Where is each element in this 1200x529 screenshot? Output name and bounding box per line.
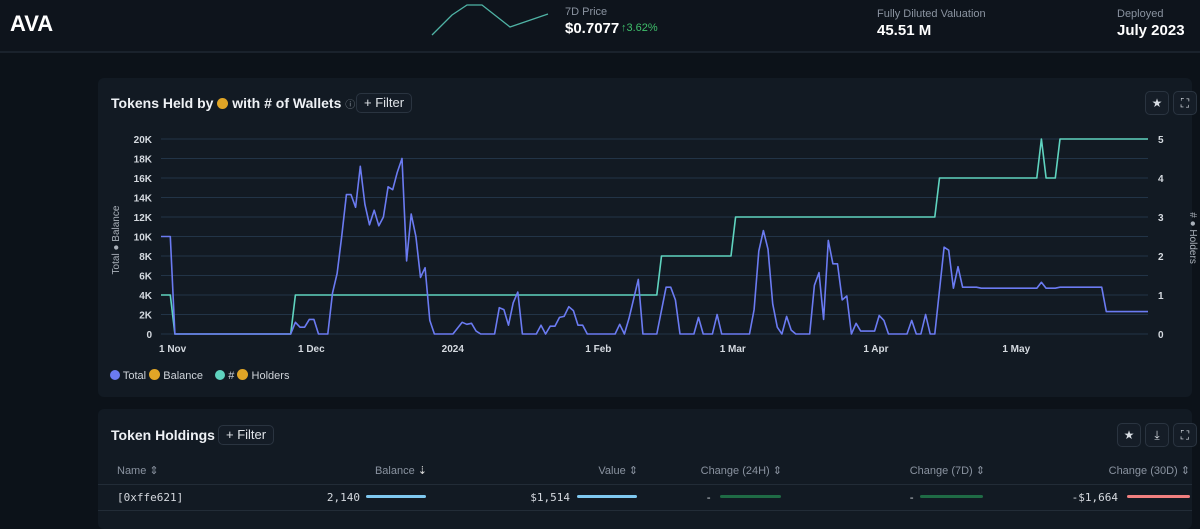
legend-dot-holders (215, 370, 226, 380)
y-tick-left: 20K (134, 135, 153, 146)
y-tick-left: 14K (134, 194, 153, 205)
column-header-change-24h[interactable]: Change (24H) ⇕ (701, 464, 782, 477)
column-header-change-30d[interactable]: Change (30D) ⇕ (1109, 464, 1190, 477)
column-header-balance[interactable]: Balance ⇣ (375, 464, 427, 477)
y-axis-left-label: Total ● Balance (111, 205, 122, 274)
x-tick: 1 Apr (863, 344, 888, 355)
download-icon[interactable]: ⤓ (1145, 423, 1169, 447)
y-tick-right: 1 (1158, 291, 1164, 302)
column-header-change-7d[interactable]: Change (7D) ⇕ (910, 464, 985, 477)
star-icon[interactable]: ★ (1117, 423, 1141, 447)
holdings-filter-button[interactable]: + Filter (218, 425, 275, 445)
y-tick-right: 3 (1158, 213, 1164, 224)
change-7d-bar (920, 495, 983, 498)
y-tick-left: 8K (139, 252, 153, 263)
column-header-name[interactable]: Name ⇕ (117, 464, 159, 477)
legend-item-holders[interactable]: # Holders (215, 369, 289, 382)
x-tick: 1 Mar (720, 344, 746, 355)
legend: Total Balance # Holders (110, 369, 289, 382)
value-bar (577, 495, 637, 498)
change-30d-bar (1127, 495, 1190, 498)
series-line-total-balance (161, 157, 1148, 335)
cell-change-7d: - (908, 491, 915, 504)
x-tick: 1 Nov (159, 344, 187, 355)
x-tick: 1 Feb (585, 344, 611, 355)
divider (98, 484, 1192, 485)
legend-dot-balance (110, 370, 120, 380)
y-axis-right-label: # ● Holders (1187, 212, 1198, 264)
holdings-title: Token Holdings (111, 427, 215, 443)
x-tick: 1 May (1002, 344, 1030, 355)
token-emoji-icon (237, 369, 249, 380)
cell-change-24h: - (705, 491, 712, 504)
y-tick-left: 16K (134, 174, 153, 185)
cell-value: $1,514 (530, 491, 570, 504)
y-tick-right: 2 (1158, 252, 1164, 263)
cell-balance: 2,140 (326, 491, 360, 504)
y-tick-left: 4K (139, 291, 153, 302)
y-tick-left: 10K (134, 233, 153, 244)
y-tick-right: 5 (1158, 135, 1164, 146)
y-tick-right: 4 (1158, 174, 1164, 185)
fullscreen-icon[interactable]: ⛶ (1173, 423, 1197, 447)
y-tick-left: 12K (134, 213, 153, 224)
legend-item-balance[interactable]: Total Balance (110, 369, 203, 382)
cell-name[interactable]: [0xffe621] (117, 491, 183, 504)
y-tick-left: 0 (146, 330, 152, 341)
x-tick: 2024 (442, 344, 465, 355)
cell-change-30d: -$1,664 (1071, 491, 1118, 504)
y-tick-right: 0 (1158, 330, 1164, 341)
column-header-value[interactable]: Value ⇕ (598, 464, 638, 477)
token-emoji-icon (149, 369, 161, 380)
balance-holders-chart: 0 2K 4K 6K 8K 10K 12K 14K 16K 18K 20K 0 1 2 3 4 5 1 Nov 1 … (111, 135, 1198, 355)
divider (98, 510, 1192, 511)
y-tick-left: 6K (139, 272, 153, 283)
y-tick-left: 18K (134, 155, 153, 166)
y-tick-left: 2K (139, 311, 153, 322)
x-tick: 1 Dec (298, 344, 325, 355)
balance-bar (366, 495, 426, 498)
change-24h-bar (720, 495, 781, 498)
